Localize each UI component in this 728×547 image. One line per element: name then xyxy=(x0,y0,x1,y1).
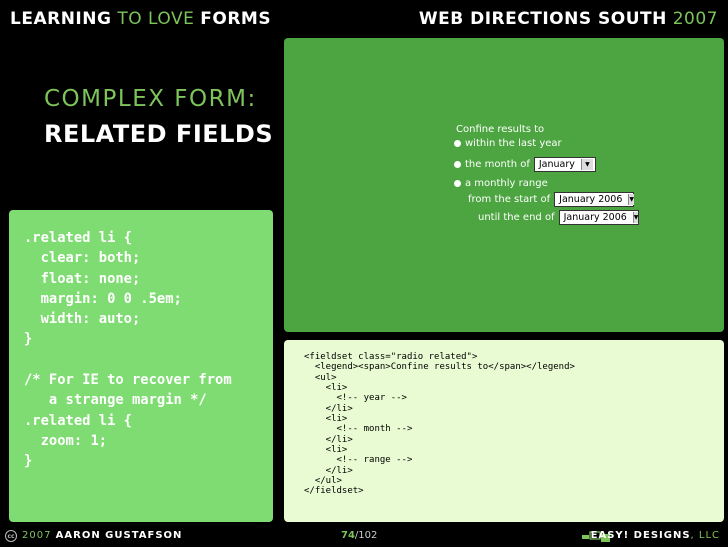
range-until-row: until the end of January 2006 ▼ xyxy=(478,210,639,225)
month-select-value: January xyxy=(538,159,575,170)
slide-title-line1: COMPLEX FORM: xyxy=(44,86,257,112)
header-title-left: LEARNING TO LOVE FORMS xyxy=(10,9,271,29)
footer-company: EASY! DESIGNS, LLC xyxy=(591,530,720,541)
range-until-select[interactable]: January 2006 ▼ xyxy=(558,210,639,225)
radio-option-month[interactable]: the month of January ▼ xyxy=(454,157,596,172)
header-event-name: WEB DIRECTIONS SOUTH xyxy=(418,9,667,29)
slide-title: COMPLEX FORM: RELATED FIELDS xyxy=(44,86,273,148)
css-code-panel: .related li { clear: both; float: none; … xyxy=(9,210,273,522)
footer-company-suffix: , LLC xyxy=(690,530,720,541)
page-current: 74 xyxy=(341,530,355,541)
radio-button[interactable] xyxy=(454,180,461,187)
footer-year: 2007 xyxy=(22,530,52,541)
footer-company-name: EASY! DESIGNS xyxy=(590,530,691,541)
header-word-to-love: TO LOVE xyxy=(117,9,195,29)
form-legend: Confine results to xyxy=(456,124,545,135)
header-word-forms: FORMS xyxy=(200,9,272,29)
page-total: 102 xyxy=(358,530,378,541)
radio-button[interactable] xyxy=(454,161,461,168)
creative-commons-icon: cc xyxy=(5,530,17,542)
footer-credit: 2007 AARON GUSTAFSON xyxy=(22,530,182,541)
range-from-select[interactable]: January 2006 ▼ xyxy=(554,192,635,207)
header-word-learning: LEARNING xyxy=(10,9,112,29)
slide-title-line2: RELATED FIELDS xyxy=(44,120,274,148)
footer: cc 2007 AARON GUSTAFSON 74/102 EASY! DES… xyxy=(0,527,728,547)
chevron-down-icon: ▼ xyxy=(628,194,634,205)
month-select[interactable]: January ▼ xyxy=(533,157,596,172)
footer-author: AARON GUSTAFSON xyxy=(55,530,183,541)
header-event-year: 2007 xyxy=(672,9,718,29)
radio-button[interactable] xyxy=(454,140,461,147)
range-until-select-value: January 2006 xyxy=(563,212,627,223)
header-title-right: WEB DIRECTIONS SOUTH 2007 xyxy=(419,9,718,29)
radio-label-year: within the last year xyxy=(465,138,562,149)
css-code: .related li { clear: both; float: none; … xyxy=(24,230,232,470)
html-code-panel: <fieldset class="radio related"> <legend… xyxy=(284,340,724,522)
range-from-select-value: January 2006 xyxy=(559,194,623,205)
range-until-label: until the end of xyxy=(478,212,555,223)
form-demo-screenshot: Confine results to within the last year … xyxy=(284,38,724,332)
radio-option-range[interactable]: a monthly range xyxy=(454,178,548,189)
range-from-label: from the start of xyxy=(468,194,551,205)
radio-option-year[interactable]: within the last year xyxy=(454,138,562,149)
chevron-down-icon: ▼ xyxy=(580,159,593,170)
radio-label-month: the month of xyxy=(465,159,530,170)
html-code: <fieldset class="radio related"> <legend… xyxy=(304,352,575,497)
range-from-row: from the start of January 2006 ▼ xyxy=(468,192,635,207)
page-number: 74/102 xyxy=(341,530,377,541)
chevron-down-icon: ▼ xyxy=(632,212,639,223)
radio-label-range: a monthly range xyxy=(465,178,548,189)
